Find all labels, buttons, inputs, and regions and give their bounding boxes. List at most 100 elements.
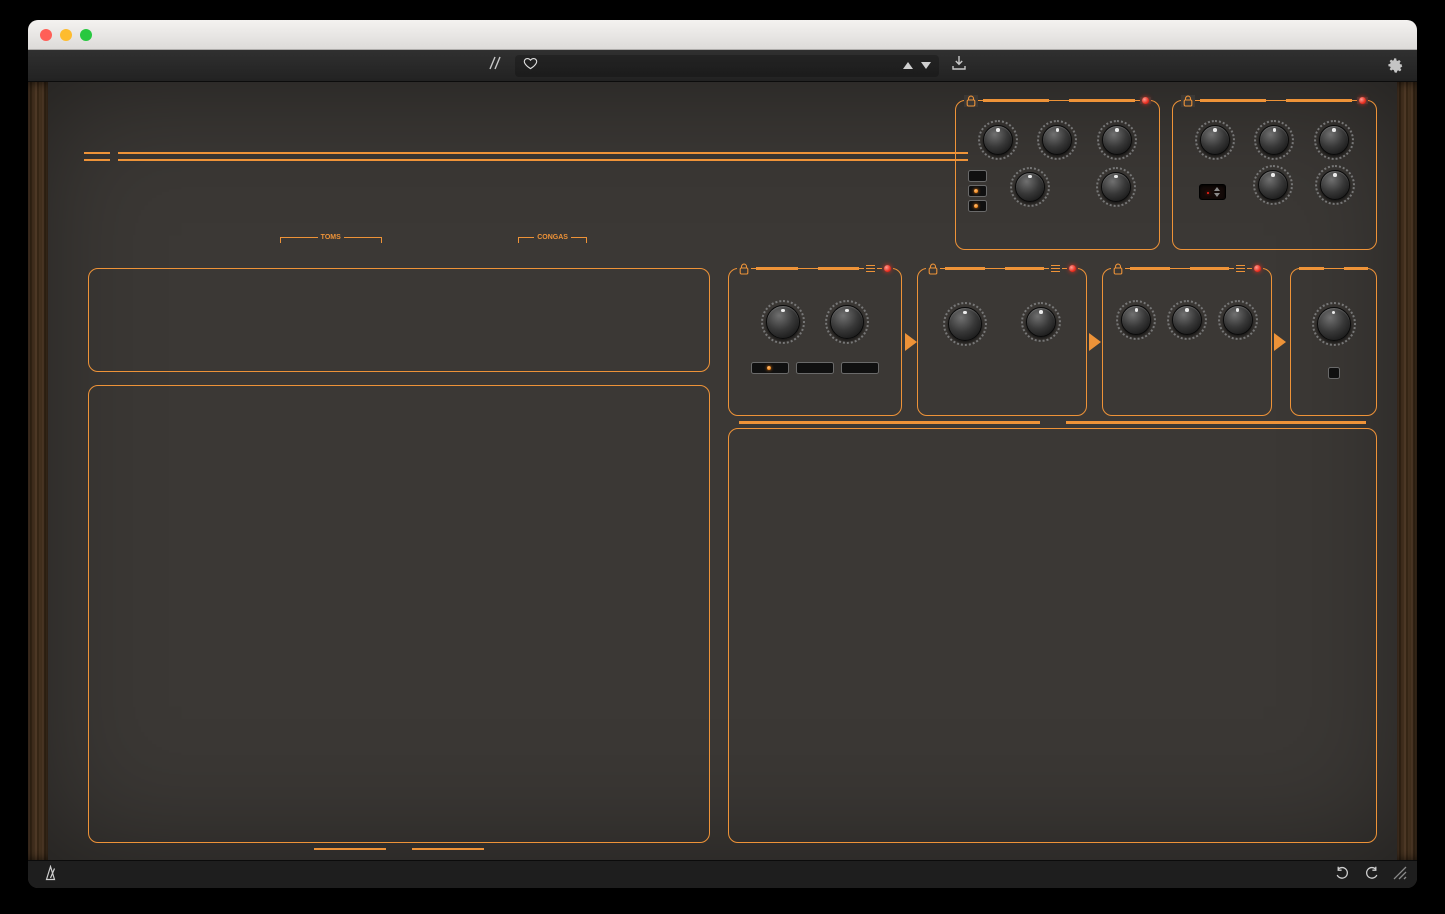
compressor-release-knob[interactable]	[1172, 305, 1202, 335]
distortion-mix-knob[interactable]	[1026, 307, 1056, 337]
delay-link-button[interactable]	[968, 170, 987, 182]
fader-row	[97, 622, 701, 791]
delay-header	[964, 93, 1151, 108]
volume-panel	[1290, 268, 1377, 416]
delay-send-row	[97, 282, 701, 317]
close-window-button[interactable]	[40, 29, 52, 41]
delay-sync-button[interactable]	[968, 185, 987, 197]
seg-decimal-dot	[1207, 192, 1210, 195]
preset-previous-button[interactable]	[903, 62, 913, 69]
delay-led	[1140, 97, 1151, 104]
reverb-header	[1181, 93, 1368, 108]
save-preset-icon[interactable]	[951, 55, 967, 76]
compressor-lock-icon[interactable]	[1111, 263, 1125, 275]
sync-led	[974, 189, 978, 193]
lp-led	[767, 366, 771, 370]
preset-steppers	[1214, 187, 1220, 198]
delay-level-knob[interactable]	[1101, 172, 1131, 202]
favorite-icon[interactable]	[523, 56, 538, 75]
settings-gear-icon[interactable]	[1387, 57, 1404, 79]
filter-hp-button[interactable]	[796, 362, 834, 374]
signal-flow-arrow	[905, 333, 917, 351]
mixer-panel	[88, 385, 710, 843]
logo-line	[118, 152, 968, 161]
distortion-header	[926, 261, 1078, 276]
channel-group-bracket-toms: TOMS	[280, 235, 382, 245]
titlebar	[28, 20, 1417, 50]
decay-knob-row	[97, 473, 701, 507]
distortion-panel	[917, 268, 1087, 416]
channel-group-bracket-congas: CONGAS	[518, 235, 586, 245]
reverb-led	[1357, 97, 1368, 104]
lphp-knob-row	[97, 396, 701, 430]
metronome-icon[interactable]	[44, 865, 57, 884]
mixer-channel-labels	[97, 576, 701, 602]
filter-lp-button[interactable]	[751, 362, 789, 374]
zoom-window-button[interactable]	[80, 29, 92, 41]
filter-menu-icon[interactable]	[864, 265, 877, 273]
delay-left-knob[interactable]	[983, 125, 1013, 155]
filter-bp-button[interactable]	[841, 362, 879, 374]
resize-handle[interactable]	[1393, 866, 1407, 883]
undo-button[interactable]	[1335, 866, 1350, 883]
reverb-decay-knob[interactable]	[1319, 125, 1349, 155]
compressor-mix-knob[interactable]	[1223, 305, 1253, 335]
channel-locks-row	[97, 815, 701, 830]
preset-down-button[interactable]	[1214, 193, 1220, 197]
filter-lock-icon[interactable]	[737, 263, 751, 275]
reverb-size-knob[interactable]	[1259, 125, 1289, 155]
distortion-drive-knob[interactable]	[948, 307, 982, 341]
filter-panel	[728, 268, 902, 416]
delay-right-knob[interactable]	[1042, 125, 1072, 155]
filter-led	[882, 265, 893, 272]
volume-knob[interactable]	[1317, 307, 1351, 341]
reverb-panel	[1172, 100, 1377, 250]
filter-resonance-knob[interactable]	[830, 305, 864, 339]
reverb-filter-knob[interactable]	[1258, 170, 1288, 200]
filter-header	[737, 261, 893, 276]
mixer-footer	[89, 848, 709, 851]
compressor-compress-knob[interactable]	[1121, 305, 1151, 335]
distortion-menu-icon[interactable]	[1049, 265, 1062, 273]
delay-lock-icon[interactable]	[964, 95, 978, 107]
preset-next-button[interactable]	[921, 62, 931, 69]
preset-up-button[interactable]	[1214, 187, 1220, 191]
preset-bar[interactable]	[515, 55, 939, 77]
sound-selection-panel	[728, 428, 1377, 843]
preset-browser	[486, 55, 967, 77]
mixer-group-brackets	[97, 606, 701, 618]
toolbar	[28, 50, 1417, 82]
reverb-level-knob[interactable]	[1320, 170, 1350, 200]
group-bracket-label: TOMS	[318, 234, 344, 241]
send-channel-labels: TOMS CONGAS	[88, 234, 710, 262]
logo-line	[84, 152, 110, 161]
reverb-send-row	[97, 323, 701, 358]
signal-flow-arrow	[1274, 333, 1286, 351]
group-bracket-label: CONGAS	[534, 234, 571, 241]
delay-feedback-knob[interactable]	[1102, 125, 1132, 155]
signal-flow-arrow	[1089, 333, 1101, 351]
compare-icon[interactable]	[486, 55, 503, 76]
xfeed-led	[974, 204, 978, 208]
fx-return-button[interactable]	[1328, 367, 1340, 379]
mute-solo-row	[97, 795, 701, 812]
distortion-lock-icon[interactable]	[926, 263, 940, 275]
plugin-window: TOMS CONGAS	[28, 20, 1417, 888]
delay-panel	[955, 100, 1160, 250]
reverb-predelay-knob[interactable]	[1200, 125, 1230, 155]
minimize-window-button[interactable]	[60, 29, 72, 41]
delay-mode-buttons	[968, 170, 987, 212]
redo-button[interactable]	[1364, 866, 1379, 883]
sends-panel	[88, 268, 710, 372]
pan-slider-row	[97, 511, 701, 572]
delay-hpf-knob[interactable]	[1015, 172, 1045, 202]
compressor-menu-icon[interactable]	[1234, 265, 1247, 273]
distortion-led	[1067, 265, 1078, 272]
pitch-knob-row	[97, 434, 701, 468]
reverb-lock-icon[interactable]	[1181, 95, 1195, 107]
delay-xfeed-button[interactable]	[968, 200, 987, 212]
plugin-body: TOMS CONGAS	[28, 82, 1417, 860]
filter-cutoff-knob[interactable]	[766, 305, 800, 339]
reverb-preset-display[interactable]	[1199, 184, 1227, 201]
icondrum-logo	[84, 106, 968, 206]
